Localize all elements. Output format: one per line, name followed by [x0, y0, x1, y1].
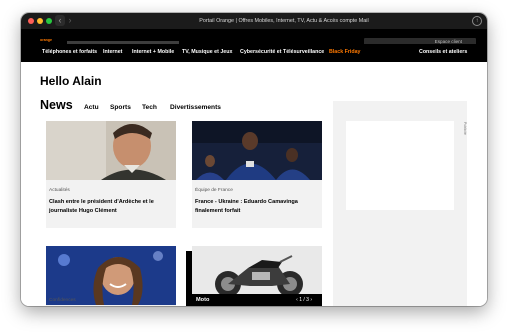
- zoom-window-button[interactable]: [46, 18, 52, 24]
- forward-arrow-icon[interactable]: ›: [65, 15, 75, 26]
- ad-label: Publicité: [463, 122, 467, 135]
- menu-item-internet[interactable]: Internet: [103, 49, 122, 56]
- menu-item-tv[interactable]: TV, Musique et Jeux: [182, 49, 232, 56]
- slider-pager: ‹ 1 / 3 ›: [296, 296, 312, 304]
- browser-window: ‹ › Portail Orange | Offres Mobiles, Int…: [21, 13, 487, 306]
- tab-tech[interactable]: Tech: [142, 104, 157, 111]
- page-content: Hello Alain News Actu Sports Tech Divert…: [21, 62, 487, 306]
- menu-item-telephones[interactable]: Téléphones et forfaits: [42, 49, 97, 56]
- ad-column: Publicité: [333, 101, 467, 306]
- tab-sports[interactable]: Sports: [110, 104, 131, 111]
- news-card[interactable]: Équipe de France France - Ukraine : Edua…: [192, 121, 322, 228]
- menu-item-internet-mobile[interactable]: Internet + Mobile: [132, 49, 174, 56]
- orange-logo[interactable]: orange: [40, 38, 52, 43]
- greeting: Hello Alain: [40, 74, 102, 88]
- news-card-category: Confidences: [49, 298, 76, 303]
- tab-divertissements[interactable]: Divertissements: [170, 104, 221, 111]
- slider-page-count: 1 / 3: [299, 297, 309, 303]
- tv-show-photo: [46, 246, 176, 305]
- back-arrow-icon[interactable]: ‹: [55, 15, 65, 26]
- news-card-title[interactable]: France - Ukraine : Eduardo Camavinga fin…: [195, 198, 319, 215]
- ad-slot[interactable]: [346, 121, 454, 210]
- news-card-category: Équipe de France: [195, 188, 233, 193]
- football-team-photo: [192, 121, 322, 180]
- news-card[interactable]: Confidences: [46, 246, 176, 306]
- slider-caption: Moto ‹ 1 / 3 ›: [192, 294, 322, 306]
- window-title: Portail Orange | Offres Mobiles, Interne…: [199, 18, 369, 24]
- news-card-category: Actualités: [49, 188, 70, 193]
- news-card[interactable]: Actualités Clash entre le président d'Ar…: [46, 121, 176, 228]
- minimize-window-button[interactable]: [37, 18, 43, 24]
- menu-item-black-friday[interactable]: Black Friday: [329, 49, 361, 56]
- news-card-image: [192, 121, 322, 180]
- news-card[interactable]: Moto ‹ 1 / 3 ›: [192, 246, 322, 306]
- news-card-category: Moto: [196, 297, 210, 303]
- close-window-button[interactable]: [28, 18, 34, 24]
- chevron-left-icon[interactable]: ‹: [296, 297, 298, 303]
- news-card-image: [46, 121, 176, 180]
- chevron-right-icon[interactable]: ›: [310, 297, 312, 303]
- tab-actu[interactable]: Actu: [84, 104, 99, 111]
- portrait-photo: [46, 121, 176, 180]
- title-bar: ‹ › Portail Orange | Offres Mobiles, Int…: [21, 13, 487, 29]
- share-icon[interactable]: ↑: [472, 16, 482, 26]
- news-heading: News: [40, 98, 73, 112]
- menu-item-cybersecurite[interactable]: Cybersécurité et Télésurveillance: [240, 49, 324, 56]
- news-card-title[interactable]: Clash entre le président d'Ardèche et le…: [49, 198, 173, 215]
- news-card-image: [46, 246, 176, 305]
- menu-item-conseils[interactable]: Conseils et ateliers: [419, 49, 467, 56]
- main-menu: Téléphones et forfaits Internet Internet…: [21, 44, 487, 62]
